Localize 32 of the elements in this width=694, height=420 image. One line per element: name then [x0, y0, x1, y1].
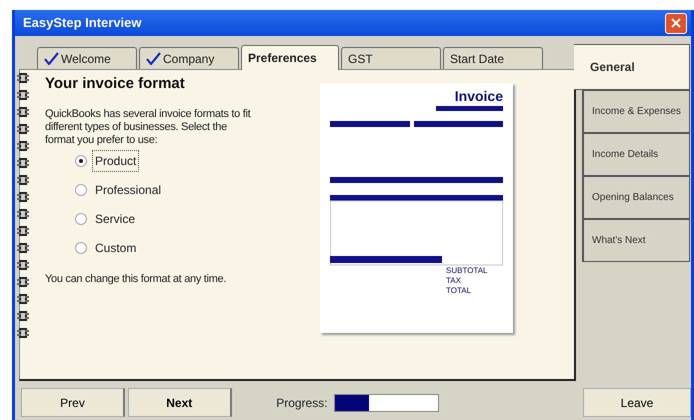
- tab[interactable]: GST: [341, 47, 441, 69]
- total-label: SUBTOTAL: [446, 266, 488, 276]
- page-heading: Your invoice format: [45, 74, 186, 94]
- side-tab[interactable]: What's Next: [582, 219, 690, 262]
- radio-button[interactable]: [75, 212, 87, 224]
- radio-option[interactable]: Professional: [75, 178, 303, 200]
- window-title: EasyStep Interview: [23, 14, 142, 32]
- radio-button[interactable]: [75, 184, 87, 196]
- side-tab[interactable]: Income Details: [582, 133, 690, 176]
- side-tab[interactable]: Opening Balances: [582, 176, 690, 219]
- leave-button[interactable]: Leave: [583, 388, 691, 417]
- intro-text: QuickBooks has several invoice formats to fit different types of businesses. Select the format you prefer to use:: [45, 108, 252, 146]
- progress-label: Progress:: [276, 394, 328, 412]
- side-tab[interactable]: Income & Expenses: [582, 90, 690, 133]
- radio-button[interactable]: [75, 242, 87, 254]
- radio-button[interactable]: [75, 154, 87, 166]
- total-label: TOTAL: [446, 286, 472, 296]
- tab[interactable]: Preferences: [241, 45, 339, 70]
- tab[interactable]: Welcome: [37, 47, 137, 69]
- prev-button[interactable]: Prev: [21, 388, 125, 417]
- tab[interactable]: Start Date: [443, 47, 543, 69]
- close-icon: [671, 18, 681, 28]
- note-text: You can change this format at any time.: [45, 272, 228, 286]
- side-tab[interactable]: General: [574, 44, 690, 90]
- radio-option[interactable]: Custom: [75, 236, 303, 258]
- invoice-title: Invoice: [454, 89, 503, 104]
- radio-option[interactable]: Product: [75, 150, 303, 172]
- close-button[interactable]: [665, 12, 687, 34]
- next-button[interactable]: Next: [128, 388, 232, 417]
- tab[interactable]: Company: [139, 47, 239, 69]
- radio-option[interactable]: Service: [75, 208, 303, 230]
- total-label: TAX: [446, 276, 462, 286]
